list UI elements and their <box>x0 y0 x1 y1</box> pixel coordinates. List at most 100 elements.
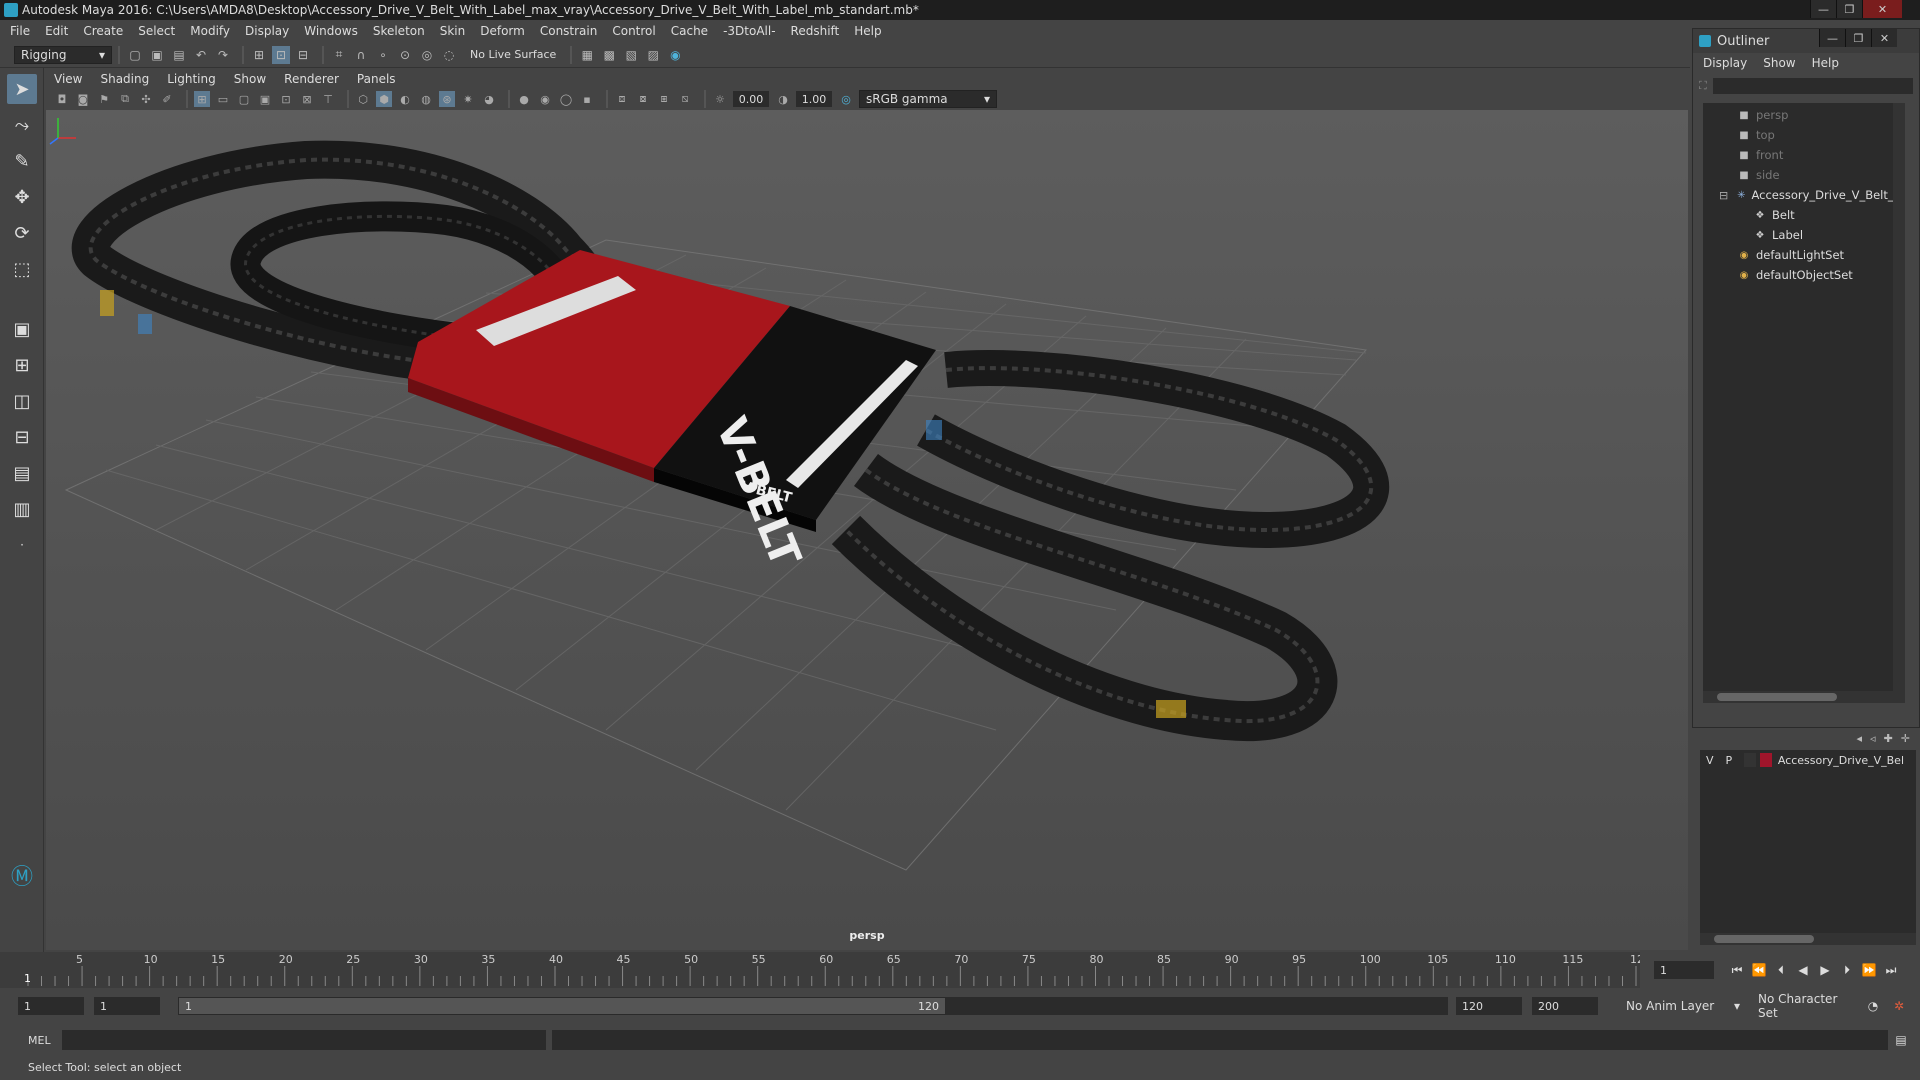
gamma-icon[interactable]: ◑ <box>775 91 791 107</box>
viewport-menu-show[interactable]: Show <box>234 72 266 86</box>
exposure-icon[interactable]: ☼ <box>712 91 728 107</box>
rotate-tool-icon[interactable]: ⟳ <box>7 218 37 248</box>
snap-surface-icon[interactable]: ◎ <box>418 46 436 64</box>
render-settings-icon[interactable]: ▦ <box>578 46 596 64</box>
grid-icon[interactable]: ⊞ <box>194 91 210 107</box>
layer-scrollbar-h[interactable] <box>1700 933 1916 945</box>
ambient-occlusion-icon[interactable]: ● <box>516 91 532 107</box>
maximize-icon[interactable]: ❐ <box>1836 0 1862 18</box>
menu-constrain[interactable]: Constrain <box>540 24 598 38</box>
step-forward-frame-icon[interactable]: ⏵ <box>1836 961 1858 979</box>
render-frame-icon[interactable]: ▧ <box>622 46 640 64</box>
menu-help[interactable]: Help <box>854 24 881 38</box>
outliner-item[interactable]: ■ side <box>1703 165 1905 185</box>
play-forwards-icon[interactable]: ▶ <box>1814 961 1836 979</box>
lights-icon[interactable]: ✷ <box>460 91 476 107</box>
new-layer-selected-icon[interactable]: ✛ <box>1901 732 1910 745</box>
outliner-item[interactable]: ◉ defaultObjectSet <box>1703 265 1905 285</box>
xray-joints-icon[interactable]: ⧆ <box>656 91 672 107</box>
go-to-start-icon[interactable]: ⏮ <box>1726 961 1748 979</box>
save-scene-icon[interactable]: ▤ <box>170 46 188 64</box>
safe-action-icon[interactable]: ⊠ <box>299 91 315 107</box>
menu-modify[interactable]: Modify <box>190 24 230 38</box>
open-scene-icon[interactable]: ▣ <box>148 46 166 64</box>
menu-skeleton[interactable]: Skeleton <box>373 24 425 38</box>
script-editor-icon[interactable]: ▤ <box>1890 1031 1912 1049</box>
go-to-end-icon[interactable]: ⏭ <box>1880 961 1902 979</box>
range-slider[interactable]: 1 120 <box>178 997 946 1015</box>
select-hierarchy-icon[interactable]: ⊞ <box>250 46 268 64</box>
viewport-menu-lighting[interactable]: Lighting <box>167 72 216 86</box>
menu-cache[interactable]: Cache <box>671 24 708 38</box>
layer-playback-toggle[interactable]: P <box>1726 754 1733 767</box>
outliner-item[interactable]: ■ front <box>1703 145 1905 165</box>
scale-tool-icon[interactable]: ⬚ <box>7 254 37 284</box>
auto-key-icon[interactable]: ◔ <box>1862 997 1884 1015</box>
perspective-viewport[interactable]: V-BELT V-BELT persp <box>46 110 1688 950</box>
layout-outliner-icon[interactable]: ⊟ <box>7 422 37 452</box>
menu-deform[interactable]: Deform <box>480 24 525 38</box>
field-chart-icon[interactable]: ⊡ <box>278 91 294 107</box>
step-forward-key-icon[interactable]: ⏩ <box>1858 961 1880 979</box>
render-view-icon[interactable]: ▩ <box>600 46 618 64</box>
layout-graph-icon[interactable]: ▤ <box>7 458 37 488</box>
smooth-shade-icon[interactable]: ⬢ <box>376 91 392 107</box>
layer-display-type[interactable] <box>1744 753 1757 767</box>
wireframe-on-shaded-icon[interactable]: ◍ <box>418 91 434 107</box>
mode-dropdown[interactable]: Rigging ▾ <box>14 45 112 64</box>
outliner-menu-show[interactable]: Show <box>1763 56 1795 70</box>
layer-name[interactable]: Accessory_Drive_V_Bel <box>1778 754 1904 767</box>
menu-select[interactable]: Select <box>138 24 175 38</box>
outliner-menu-display[interactable]: Display <box>1703 56 1747 70</box>
xray-components-icon[interactable]: ⧅ <box>677 91 693 107</box>
shadows-icon[interactable]: ◕ <box>481 91 497 107</box>
snap-pivot-icon[interactable]: ◌ <box>440 46 458 64</box>
viewport-menu-panels[interactable]: Panels <box>357 72 396 86</box>
film-gate-icon[interactable]: ▭ <box>215 91 231 107</box>
select-object-icon[interactable]: ⊡ <box>272 45 290 64</box>
current-frame-field[interactable]: 1 <box>1654 961 1714 979</box>
camera-icon[interactable]: ◘ <box>54 91 70 107</box>
new-layer-icon[interactable]: ✚ <box>1884 732 1893 745</box>
menu-skin[interactable]: Skin <box>440 24 466 38</box>
gamma-field[interactable]: 1.00 <box>796 91 832 107</box>
animation-end-field[interactable]: 200 <box>1532 997 1598 1015</box>
hypershade-icon[interactable]: ◉ <box>666 46 684 64</box>
color-space-dropdown[interactable]: sRGB gamma ▾ <box>859 90 997 108</box>
outliner-item[interactable]: ⊟ ✳ Accessory_Drive_V_Belt_W <box>1703 185 1905 205</box>
outliner-menu-help[interactable]: Help <box>1812 56 1839 70</box>
resolution-gate-icon[interactable]: ▢ <box>236 91 252 107</box>
layout-hypershade-icon[interactable]: ▥ <box>7 494 37 524</box>
outliner-item[interactable]: ❖ Label <box>1703 225 1905 245</box>
isolate-select-icon[interactable]: ⧈ <box>614 91 630 107</box>
layout-single-icon[interactable]: ▣ <box>7 314 37 344</box>
layer-color-swatch[interactable] <box>1760 753 1772 767</box>
close-icon[interactable]: ✕ <box>1871 29 1897 47</box>
outliner-search-input[interactable] <box>1712 78 1913 94</box>
layer-visibility-toggle[interactable]: V <box>1706 754 1714 767</box>
camera-attr-icon[interactable]: ◙ <box>75 91 91 107</box>
outliner-item[interactable]: ■ top <box>1703 125 1905 145</box>
select-tool-icon[interactable]: ➤ <box>7 74 37 104</box>
layer-move-down-icon[interactable]: ◃ <box>1870 732 1876 745</box>
animation-prefs-icon[interactable]: ✲ <box>1888 997 1910 1015</box>
character-set-dropdown[interactable]: No Character Set <box>1752 992 1860 1020</box>
layout-more-icon[interactable]: · <box>7 530 37 560</box>
minimize-icon[interactable]: — <box>1819 29 1845 47</box>
playback-start-field[interactable]: 1 <box>94 997 160 1015</box>
menu-control[interactable]: Control <box>612 24 655 38</box>
live-surface-label[interactable]: No Live Surface <box>470 48 556 61</box>
new-scene-icon[interactable]: ▢ <box>126 46 144 64</box>
depth-of-field-icon[interactable]: ▪ <box>579 91 595 107</box>
bookmark-icon[interactable]: ⚑ <box>96 91 112 107</box>
outliner-item[interactable]: ❖ Belt <box>1703 205 1905 225</box>
step-back-key-icon[interactable]: ⏪ <box>1748 961 1770 979</box>
exposure-field[interactable]: 0.00 <box>733 91 769 107</box>
outliner-scrollbar-v[interactable] <box>1893 103 1905 703</box>
snap-view-icon[interactable]: ⊙ <box>396 46 414 64</box>
redo-icon[interactable]: ↷ <box>214 46 232 64</box>
time-slider[interactable]: 5 10 15 20 25 30 35 40 45 50 55 60 65 70 75 80 85 90 95 100… <box>0 952 1640 988</box>
play-backwards-icon[interactable]: ◀ <box>1792 961 1814 979</box>
anim-layer-dropdown[interactable]: No Anim Layer ▾ <box>1620 997 1746 1015</box>
lasso-tool-icon[interactable]: ⤳ <box>7 110 37 140</box>
